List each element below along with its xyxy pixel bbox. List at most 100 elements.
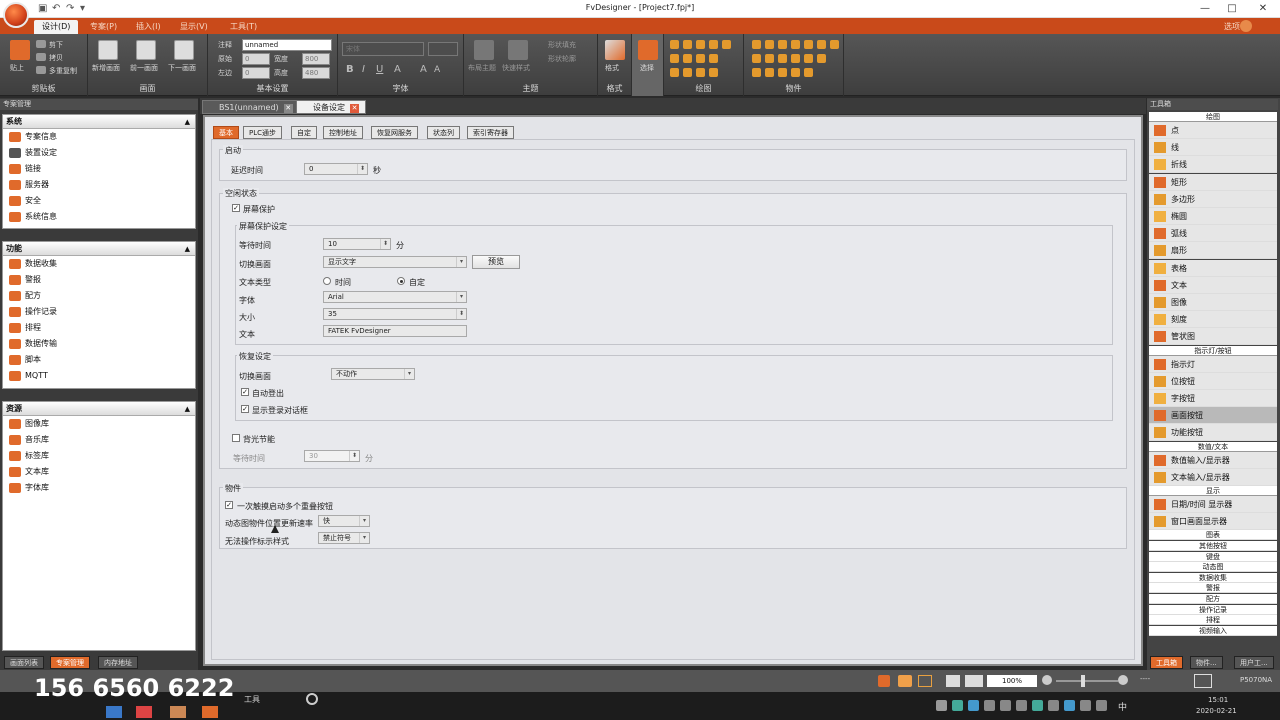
toolbox-item[interactable]: 线 [1149,139,1277,157]
paste-icon[interactable] [10,40,30,60]
toolbox-item[interactable]: 椭圆 [1149,208,1277,225]
draw-arc-icon[interactable] [696,40,705,49]
font-size-select[interactable] [428,42,458,56]
function-button-object-icon[interactable] [804,40,813,49]
alarm-object-icon[interactable] [752,68,761,77]
tab-project-manager[interactable]: 专案管理 [50,656,90,669]
power-icon[interactable] [306,693,318,705]
multi-copy-icon[interactable] [36,66,46,74]
tray-icon[interactable] [1096,700,1107,711]
sidebar-item-font-library[interactable]: 字体库 [3,480,195,496]
toolbox-item[interactable]: 矩形 [1149,173,1277,191]
collapse-icon[interactable]: ▲ [185,242,190,256]
chevron-down-icon[interactable]: ▾ [359,516,369,526]
chevron-down-icon[interactable]: ▾ [359,533,369,543]
tab-device-settings[interactable]: 设备设定 ✕ [296,100,366,114]
prev-screen-button[interactable]: 前一画面 [130,63,158,73]
keypad-object-icon[interactable] [804,54,813,63]
toolbox-collapsed-group[interactable]: 操作记录 [1149,604,1277,615]
menu-tab-design[interactable]: 设计(D) [34,20,79,34]
update-rate-select[interactable]: 快 ▾ [318,515,370,527]
sidebar-item-tag-library[interactable]: 标签库 [3,448,195,464]
toolbox-item[interactable]: 画面按钮 [1149,407,1277,425]
toolbox-item[interactable]: 功能按钮 [1149,424,1277,442]
close-icon[interactable]: ✕ [283,104,293,113]
taskbar-tools-label[interactable]: 工具 [244,694,260,705]
left-input[interactable]: 0 [242,67,270,79]
bit-button-object-icon[interactable] [765,40,774,49]
sidebar-item-script[interactable]: 脚本 [3,352,195,368]
screen-button-object-icon[interactable] [791,40,800,49]
toolbox-item[interactable]: 数值输入/显示器 [1149,451,1277,469]
next-screen-icon[interactable] [174,40,194,60]
tab-memory-address[interactable]: 内存地址 [98,656,138,669]
sidebar-item-schedule[interactable]: 排程 [3,320,195,336]
copy-button[interactable]: 拷贝 [49,53,63,63]
shape-outline-button[interactable]: 形状轮廓 [548,54,576,64]
sidebar-item-text-library[interactable]: 文本库 [3,464,195,480]
select-button[interactable]: 选择 [640,63,654,73]
zoom-slider[interactable] [1056,680,1118,682]
save-icon[interactable]: ▣ [38,3,47,14]
sidebar-item-security[interactable]: 安全 [3,193,195,209]
cut-button[interactable]: 剪下 [49,40,63,50]
wait-time-spinner[interactable]: 10 ⬍ [323,238,391,250]
toolbox-item[interactable]: 管状图 [1149,328,1277,346]
app-logo-icon[interactable] [3,2,29,28]
sidebar-item-data-collection[interactable]: 数据收集 [3,256,195,272]
draw-mode-icon[interactable] [898,675,912,687]
toolbox-collapsed-group[interactable]: 数据收集 [1149,572,1277,583]
tab-basic[interactable]: 基本 [213,126,239,139]
volume-icon[interactable] [1080,700,1091,711]
sidebar-item-mqtt[interactable]: MQTT [3,368,195,384]
shrink-font-button[interactable]: A [434,65,440,75]
toolbox-item[interactable]: 折线 [1149,156,1277,174]
numeric-object-icon[interactable] [817,40,826,49]
sidebar-item-sound-library[interactable]: 音乐库 [3,432,195,448]
spinner-icon[interactable]: ⬍ [380,239,390,249]
show-login-checkbox[interactable]: ✓ [241,405,249,413]
tab-objects[interactable]: 物件... [1190,656,1223,669]
toolbox-item[interactable]: 扇形 [1149,242,1277,260]
menu-tab-insert[interactable]: 插入(I) [128,20,169,34]
grid-icon[interactable] [918,675,932,687]
cut-icon[interactable] [36,40,46,48]
move-object-icon[interactable] [778,68,787,77]
sidebar-item-project-info[interactable]: 专案信息 [3,129,195,145]
size-spinner[interactable]: 35 ⬍ [323,308,467,320]
preview-button[interactable]: 预览 [472,255,520,269]
tray-icon[interactable] [1000,700,1011,711]
graph-object-icon[interactable] [817,54,826,63]
draw-polyline-icon[interactable] [683,40,692,49]
backlight-wait-spinner[interactable]: 30 ⬍ [304,450,360,462]
undo-icon[interactable]: ↶ [52,3,60,14]
multi-copy-button[interactable]: 多重复制 [49,66,77,76]
toolbox-item[interactable]: 刻度 [1149,311,1277,329]
tray-icon[interactable] [968,700,979,711]
close-button[interactable]: ✕ [1253,2,1273,16]
tab-bs1[interactable]: BS1(unnamed) ✕ [202,100,300,114]
tray-icon[interactable] [1016,700,1027,711]
close-icon[interactable]: ✕ [350,104,359,113]
chart-object-icon[interactable] [791,54,800,63]
multi-touch-checkbox[interactable]: ✓ [225,501,233,509]
network-icon[interactable] [1064,700,1075,711]
font-select[interactable]: Arial ▾ [323,291,467,303]
draw-text-icon[interactable] [709,40,718,49]
tab-user-tools[interactable]: 用户工... [1234,656,1274,669]
sidebar-item-link[interactable]: 链接 [3,161,195,177]
layout-icon[interactable] [1194,674,1212,688]
help-icon[interactable] [1240,20,1252,32]
toolbox-item[interactable]: 图像 [1149,294,1277,311]
shape-fill-button[interactable]: 形状填充 [548,40,576,50]
tab-screen-list[interactable]: 画面列表 [4,656,44,669]
grow-font-button[interactable]: A [420,64,427,75]
width-input[interactable]: 800 [302,53,330,65]
tab-plc-sync[interactable]: PLC通步 [243,126,283,139]
tab-index-register[interactable]: 索引寄存器 [467,126,514,139]
qat-dropdown-icon[interactable]: ▾ [80,3,85,14]
toolbox-collapsed-group[interactable]: 视频输入 [1149,625,1277,636]
draw-rect-icon[interactable] [670,68,679,77]
datetime-object-icon[interactable] [765,54,774,63]
draw-polygon-icon[interactable] [683,54,692,63]
